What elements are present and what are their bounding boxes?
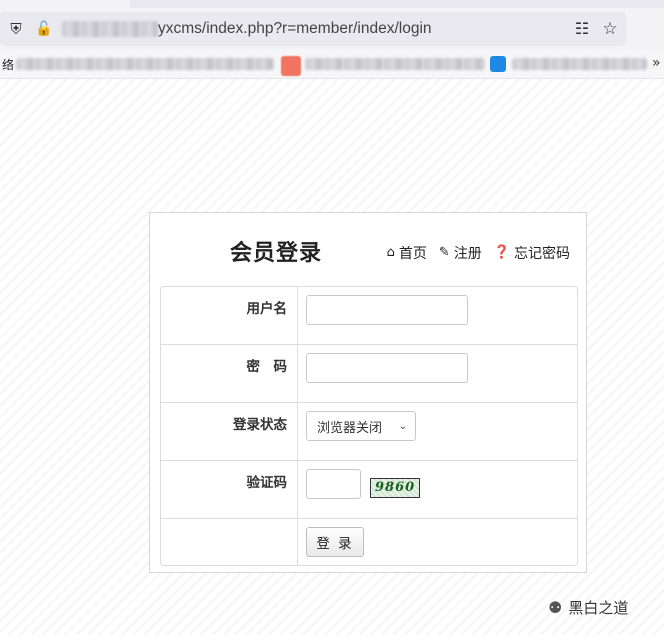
watermark-text: 黑白之道 [568, 599, 629, 617]
browser-toolbar: ⛨ 🔓 yxcms/index.php?r=member/index/login… [0, 0, 664, 50]
lock-off-icon[interactable]: 🔓 [34, 19, 54, 39]
login-form: 用户名 密 码 登录状态 浏览器关闭 ⌄ 验证码 9860 登 录 [160, 286, 578, 566]
redacted-url-host [62, 21, 158, 37]
password-input[interactable] [306, 353, 468, 383]
wechat-icon: ⚉ [548, 598, 563, 617]
qr-code-icon[interactable]: ☷ [572, 19, 592, 39]
register-link-label: 注册 [453, 246, 482, 262]
captcha-image[interactable]: 9860 [370, 478, 421, 498]
forgot-password-link[interactable]: ❓ 忘记密码 [494, 243, 570, 263]
home-link-label: 首页 [398, 246, 427, 262]
forgot-password-label: 忘记密码 [514, 246, 570, 262]
login-status-row: 登录状态 浏览器关闭 ⌄ [161, 402, 577, 460]
username-label: 用户名 [161, 287, 298, 344]
shield-icon[interactable]: ⛨ [6, 19, 26, 39]
bookmark-star-icon[interactable]: ☆ [600, 19, 620, 39]
bookmarks-more-button[interactable]: » [652, 55, 661, 71]
active-tab[interactable] [0, 0, 130, 8]
redacted-bookmarks [305, 58, 485, 70]
home-icon: ⌂ [386, 245, 395, 260]
register-link[interactable]: ✎ 注册 [439, 243, 482, 263]
login-status-value: 浏览器关闭 [317, 420, 383, 436]
url-text[interactable]: yxcms/index.php?r=member/index/login [158, 20, 432, 38]
captcha-row: 验证码 9860 [161, 460, 577, 518]
redacted-bookmarks [16, 58, 274, 70]
password-label: 密 码 [161, 345, 298, 402]
bookmark-favicon [490, 56, 506, 72]
username-row: 用户名 [161, 287, 577, 344]
password-row: 密 码 [161, 344, 577, 402]
address-bar[interactable]: ⛨ 🔓 yxcms/index.php?r=member/index/login… [0, 12, 626, 46]
home-link[interactable]: ⌂ 首页 [387, 243, 427, 263]
captcha-input[interactable] [306, 469, 361, 499]
captcha-label: 验证码 [161, 461, 298, 518]
submit-row: 登 录 [161, 518, 577, 565]
redacted-bookmarks [512, 58, 647, 70]
login-status-label: 登录状态 [161, 403, 298, 460]
username-input[interactable] [306, 295, 468, 325]
chevron-down-icon: ⌄ [398, 420, 407, 432]
login-status-select[interactable]: 浏览器关闭 ⌄ [306, 411, 416, 441]
login-button[interactable]: 登 录 [306, 527, 364, 557]
bookmark-item[interactable]: 络 [2, 56, 14, 73]
header-links: ⌂ 首页 ✎ 注册 ❓ 忘记密码 [387, 243, 570, 263]
edit-icon: ✎ [438, 245, 450, 260]
watermark: ⚉ 黑白之道 [548, 597, 628, 618]
bookmarks-bar: 络 [0, 50, 664, 79]
submit-row-spacer [161, 519, 298, 565]
page-title: 会员登录 [230, 241, 323, 266]
question-icon: ❓ [493, 245, 510, 260]
bookmark-favicon [281, 56, 301, 76]
login-panel: 会员登录 ⌂ 首页 ✎ 注册 ❓ 忘记密码 用户名 密 码 登录状态 浏览器关闭 [149, 212, 587, 573]
